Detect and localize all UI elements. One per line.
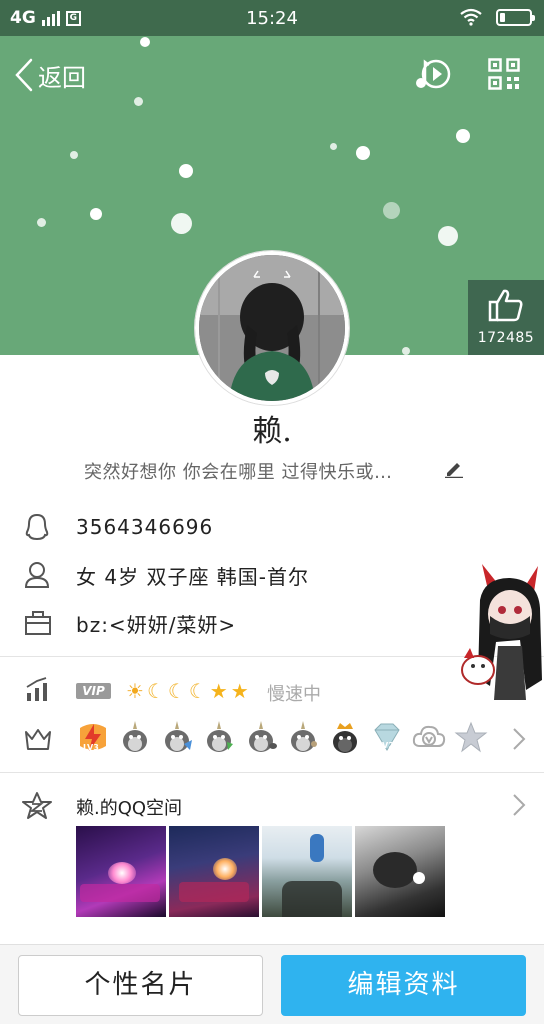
- bottom-action-bar: 个性名片 编辑资料: [0, 944, 544, 1024]
- diamond-badge[interactable]: LV2: [370, 720, 404, 754]
- edit-profile-button[interactable]: 编辑资料: [281, 955, 526, 1016]
- snow-dot: [134, 97, 143, 106]
- speed-status: 慢速中: [267, 684, 321, 705]
- profile-card-button[interactable]: 个性名片: [18, 955, 263, 1016]
- qq-number: 3564346696: [76, 515, 214, 539]
- penguin-badge-5[interactable]: [286, 720, 320, 754]
- snow-dot: [90, 208, 102, 220]
- level-icons[interactable]: ☀ ☾ ☾ ☾ ★ ★: [126, 679, 249, 703]
- penguin-icon: [25, 513, 49, 541]
- snow-dot: [438, 226, 458, 246]
- badge-label: LV3: [83, 743, 99, 752]
- avatar-photo: [199, 255, 345, 401]
- qzone-photo-strip[interactable]: [76, 826, 445, 917]
- snow-dot: [383, 202, 400, 219]
- qzone-title[interactable]: 赖.的QQ空间: [76, 794, 182, 820]
- photo-thumbnail[interactable]: [355, 826, 445, 917]
- chevron-right-icon[interactable]: [512, 793, 526, 817]
- back-button[interactable]: 返回: [14, 56, 86, 94]
- crown-penguin-badge[interactable]: [328, 720, 362, 754]
- status-right: [460, 8, 535, 26]
- penguin-badge-4[interactable]: [244, 720, 278, 754]
- snow-dot: [171, 213, 192, 234]
- snow-dot: [70, 151, 78, 159]
- pendant-sticker[interactable]: [460, 560, 544, 710]
- photo-thumbnail[interactable]: [169, 826, 259, 917]
- battery-icon: [496, 8, 535, 26]
- qzone-star-icon: [22, 792, 52, 819]
- signature-text[interactable]: 突然好想你 你会在哪里 过得快乐或…: [84, 458, 392, 484]
- crown-icon: [25, 729, 51, 750]
- thumbs-up-icon: [488, 289, 523, 322]
- badge-list[interactable]: LV3 LV2: [76, 720, 488, 754]
- briefcase-icon: [25, 611, 51, 635]
- chevron-right-icon[interactable]: [512, 727, 526, 751]
- star-icon: ★: [209, 679, 228, 703]
- back-label: 返回: [38, 63, 86, 92]
- badge-label: LV2: [378, 741, 394, 750]
- snow-dot: [179, 164, 193, 178]
- moon-icon: ☾: [188, 679, 207, 703]
- photo-thumbnail[interactable]: [76, 826, 166, 917]
- music-play-icon[interactable]: [414, 56, 452, 92]
- moon-icon: ☾: [146, 679, 165, 703]
- snow-dot: [330, 143, 337, 150]
- cloud-v-badge[interactable]: [412, 720, 446, 754]
- wifi-icon: [460, 8, 482, 26]
- personal-info: 女 4岁 双子座 韩国-首尔: [76, 564, 310, 589]
- snow-dot: [140, 37, 150, 47]
- company-info: bz:<妍妍/菜妍>: [76, 612, 237, 637]
- vip-tag[interactable]: VIP: [76, 683, 111, 699]
- snow-dot: [402, 347, 410, 355]
- chevron-left-icon: [15, 58, 33, 92]
- snow-dot: [456, 129, 470, 143]
- divider: [0, 772, 544, 773]
- lightning-badge[interactable]: LV3: [76, 720, 110, 754]
- pencil-icon[interactable]: [444, 458, 464, 478]
- level-chart-icon: [26, 677, 47, 701]
- person-icon: [24, 562, 50, 588]
- snow-dot: [37, 218, 46, 227]
- moon-icon: ☾: [167, 679, 186, 703]
- sun-icon: ☀: [126, 679, 144, 703]
- star-icon: ★: [230, 679, 249, 703]
- like-button[interactable]: 172485: [468, 280, 544, 355]
- qr-code-icon[interactable]: [488, 58, 520, 90]
- star-badge[interactable]: [454, 720, 488, 754]
- like-count: 172485: [477, 330, 535, 346]
- penguin-badge-2[interactable]: [160, 720, 194, 754]
- photo-thumbnail[interactable]: [262, 826, 352, 917]
- status-bar: 4G G 15:24: [0, 0, 544, 36]
- penguin-badge-1[interactable]: [118, 720, 152, 754]
- nickname: 赖.: [252, 414, 292, 449]
- qq-number-row: 3564346696: [0, 504, 544, 550]
- avatar[interactable]: [195, 251, 349, 405]
- snow-dot: [356, 146, 370, 160]
- penguin-badge-3[interactable]: [202, 720, 236, 754]
